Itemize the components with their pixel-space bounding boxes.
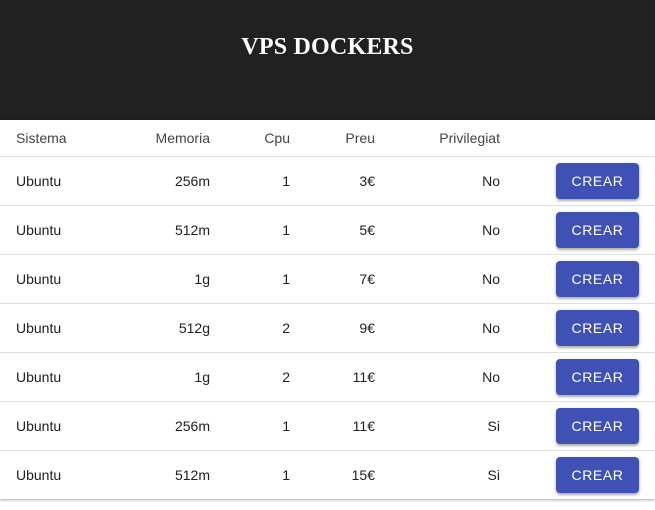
column-header-sistema: Sistema bbox=[0, 120, 90, 157]
cell-memoria: 1g bbox=[90, 352, 210, 402]
cell-preu: 11€ bbox=[290, 352, 375, 402]
app-header: VPS DOCKERS bbox=[0, 0, 655, 120]
table-row: Ubuntu 256m 1 11€ Si CREAR bbox=[0, 401, 655, 451]
cell-action: CREAR bbox=[500, 401, 655, 451]
cell-privilegiat: No bbox=[375, 205, 500, 255]
table-row: Ubuntu 1g 1 7€ No CREAR bbox=[0, 254, 655, 304]
crear-button[interactable]: CREAR bbox=[556, 261, 639, 297]
cell-sistema: Ubuntu bbox=[0, 254, 90, 304]
cell-memoria: 256m bbox=[90, 156, 210, 206]
cell-memoria: 512m bbox=[174, 467, 210, 483]
cell-memoria: 512g bbox=[90, 303, 210, 353]
cell-privilegiat: No bbox=[375, 254, 500, 304]
crear-button[interactable]: CREAR bbox=[556, 408, 639, 444]
cell-privilegiat: Si bbox=[487, 467, 500, 483]
cell-cpu: 2 bbox=[210, 352, 290, 402]
cell-privilegiat: Si bbox=[375, 401, 500, 451]
cell-memoria: 256m bbox=[90, 401, 210, 451]
cell-action: CREAR bbox=[500, 254, 655, 304]
cell-cpu: 1 bbox=[282, 467, 290, 483]
cell-sistema: Ubuntu bbox=[0, 205, 90, 255]
crear-button[interactable]: CREAR bbox=[556, 359, 639, 395]
page-title: VPS DOCKERS bbox=[241, 33, 414, 60]
crear-button[interactable]: CREAR bbox=[556, 310, 639, 346]
cell-sistema: Ubuntu bbox=[0, 156, 90, 206]
cell-memoria: 512m bbox=[90, 205, 210, 255]
cell-preu: 7€ bbox=[290, 254, 375, 304]
column-header-memoria: Memoria bbox=[90, 120, 210, 157]
table-row: Ubuntu 256m 1 3€ No CREAR bbox=[0, 156, 655, 206]
cell-action: CREAR bbox=[500, 352, 655, 402]
cell-action: CREAR bbox=[500, 205, 655, 255]
cell-cpu: 1 bbox=[210, 156, 290, 206]
table-row: Ubuntu 1g 2 11€ No CREAR bbox=[0, 352, 655, 402]
cell-cpu: 1 bbox=[210, 254, 290, 304]
cell-action: CREAR bbox=[500, 156, 655, 206]
cell-sistema: Ubuntu bbox=[16, 467, 62, 483]
cell-privilegiat: No bbox=[375, 352, 500, 402]
table-row: Ubuntu 512g 2 9€ No CREAR bbox=[0, 303, 655, 353]
cell-preu: 15€ bbox=[351, 467, 375, 483]
cell-memoria: 1g bbox=[90, 254, 210, 304]
cell-preu: 11€ bbox=[290, 401, 375, 451]
cell-privilegiat: No bbox=[375, 303, 500, 353]
cell-preu: 3€ bbox=[290, 156, 375, 206]
table-header-row: Sistema Memoria Cpu Preu Privilegiat bbox=[0, 120, 655, 157]
crear-button[interactable]: CREAR bbox=[556, 457, 639, 493]
table-row: Ubuntu 512m 1 5€ No CREAR bbox=[0, 205, 655, 255]
cell-privilegiat: No bbox=[375, 156, 500, 206]
cell-cpu: 2 bbox=[210, 303, 290, 353]
column-header-cpu: Cpu bbox=[210, 120, 290, 157]
column-header-preu: Preu bbox=[290, 120, 375, 157]
vps-table: Sistema Memoria Cpu Preu Privilegiat Ubu… bbox=[0, 120, 655, 499]
cell-action: CREAR bbox=[500, 303, 655, 353]
cell-preu: 5€ bbox=[290, 205, 375, 255]
vps-table-container: Sistema Memoria Cpu Preu Privilegiat Ubu… bbox=[0, 120, 655, 499]
crear-button[interactable]: CREAR bbox=[556, 163, 639, 199]
cell-sistema: Ubuntu bbox=[0, 401, 90, 451]
table-row: Ubuntu 512m 1 15€ Si CREAR bbox=[0, 451, 655, 500]
cell-cpu: 1 bbox=[210, 205, 290, 255]
cell-action: CREAR bbox=[500, 451, 655, 500]
cell-preu: 9€ bbox=[290, 303, 375, 353]
cell-sistema: Ubuntu bbox=[0, 352, 90, 402]
column-header-privilegiat: Privilegiat bbox=[375, 120, 500, 157]
cell-cpu: 1 bbox=[210, 401, 290, 451]
cell-sistema: Ubuntu bbox=[0, 303, 90, 353]
column-header-action bbox=[500, 120, 655, 157]
crear-button[interactable]: CREAR bbox=[556, 212, 639, 248]
